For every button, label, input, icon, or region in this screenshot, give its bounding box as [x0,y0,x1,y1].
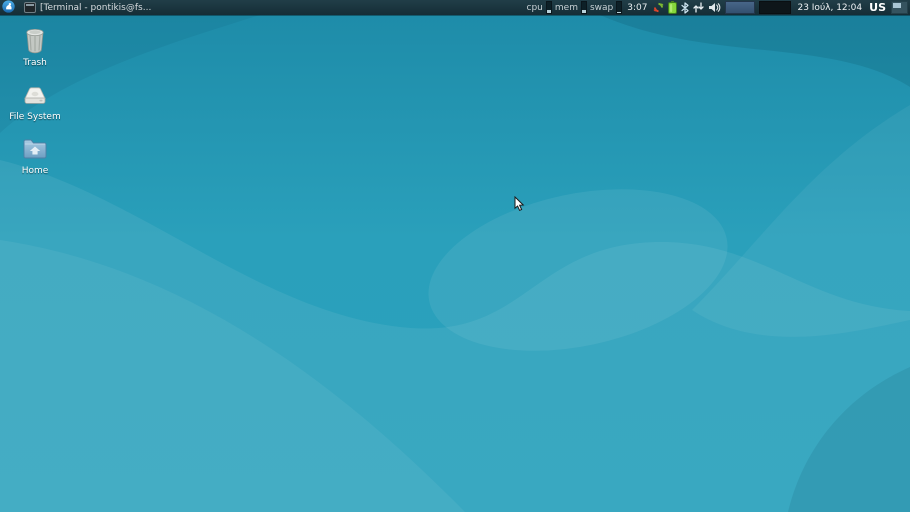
clock[interactable]: 23 Ιούλ, 12:04 [797,3,862,13]
desktop-icon-home[interactable]: Home [7,132,63,176]
volume-icon[interactable] [708,1,721,14]
filesystem-drive-icon [19,78,51,110]
network-activity-graph[interactable] [759,1,791,14]
mem-usage-bar [581,1,587,14]
swap-usage-fill [617,12,621,13]
desktop-icon-label: File System [9,112,60,122]
mem-usage-fill [582,10,586,13]
cpu-label: cpu [527,3,543,13]
applications-menu-button[interactable] [0,0,16,15]
trash-icon [19,24,51,56]
desktop-area[interactable]: Trash File System [0,15,910,512]
keyboard-layout-indicator[interactable]: US [869,1,886,14]
terminal-window-icon [24,2,36,13]
home-folder-icon [19,132,51,164]
desktop-icon-filesystem[interactable]: File System [7,78,63,122]
uptime-value: 3:07 [627,3,647,13]
cpu-usage-bar [546,1,552,14]
network-updown-icon[interactable] [693,1,704,14]
swap-usage-bar [616,1,622,14]
desktop-icon-label: Trash [23,58,47,68]
swap-label: swap [590,3,613,13]
panel-right-group: cpu mem swap 3:07 [527,0,910,15]
panel-left-group: [Terminal - pontikis@fs... [0,0,155,15]
systemload-plugin: cpu mem swap 3:07 [527,1,650,14]
top-panel: [Terminal - pontikis@fs... cpu mem swap … [0,0,910,15]
xubuntu-logo-icon [2,0,15,17]
desktop-icon-label: Home [22,166,49,176]
wallpaper [0,15,910,512]
taskbar-window-button[interactable]: [Terminal - pontikis@fs... [20,1,155,14]
battery-full-icon[interactable] [668,1,677,14]
software-update-icon[interactable] [653,1,664,14]
desktop-icon-trash[interactable]: Trash [7,24,63,68]
cpu-frequency-graph[interactable] [725,1,755,14]
workspace-switcher[interactable] [891,1,908,14]
bluetooth-icon[interactable] [681,1,689,14]
mem-label: mem [555,3,578,13]
taskbar-window-title: [Terminal - pontikis@fs... [40,3,151,13]
cpu-usage-fill [547,10,551,13]
